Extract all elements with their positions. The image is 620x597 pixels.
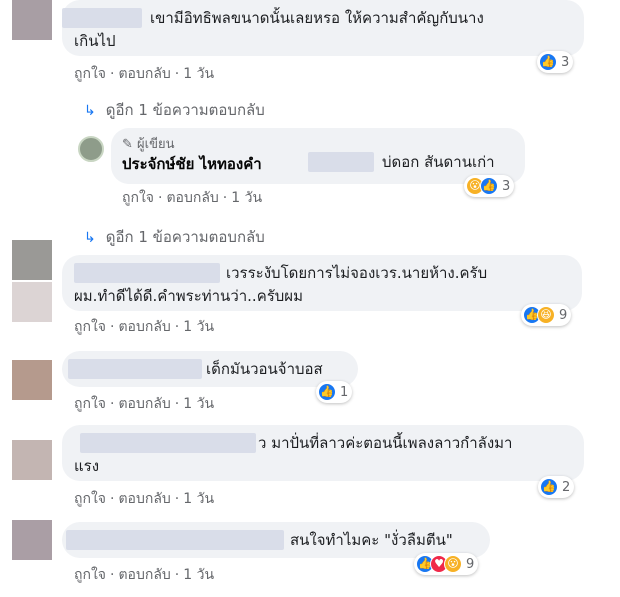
reply-link[interactable]: ตอบกลับ — [118, 63, 170, 85]
timestamp[interactable]: 1 วัน — [231, 187, 262, 209]
comment-meta: ถูกใจ · ตอบกลับ · 1 วัน — [74, 63, 214, 85]
avatar[interactable] — [12, 520, 52, 560]
avatar[interactable] — [78, 136, 104, 162]
reaction-summary[interactable]: 👍 2 — [538, 476, 575, 498]
comment-text: แรง — [74, 457, 100, 475]
timestamp[interactable]: 1 วัน — [183, 63, 214, 85]
timestamp[interactable]: 1 วัน — [183, 564, 214, 586]
comment-text: เด็กมันวอนจ้าบอส — [206, 360, 323, 378]
like-link[interactable]: ถูกใจ — [74, 316, 106, 338]
timestamp[interactable]: 1 วัน — [183, 488, 214, 510]
reaction-summary[interactable]: 👍 1 — [316, 381, 353, 403]
commenter-name-redacted[interactable] — [68, 359, 202, 379]
wow-icon: 😮 — [444, 555, 462, 573]
view-replies-label: ดูอีก 1 ข้อความตอบกลับ — [105, 228, 265, 246]
comment-meta: ถูกใจ · ตอบกลับ · 1 วัน — [74, 488, 214, 510]
like-link[interactable]: ถูกใจ — [74, 63, 106, 85]
commenter-name-redacted — [308, 152, 374, 172]
like-link[interactable]: ถูกใจ — [122, 187, 154, 209]
view-replies-link[interactable]: ↳ ดูอีก 1 ข้อความตอบกลับ — [84, 225, 265, 249]
comment-text: ผม.ทำดีได้ดี.คำพระท่านว่า..ครับผม — [74, 287, 303, 305]
reply-link[interactable]: ตอบกลับ — [118, 316, 170, 338]
reaction-summary[interactable]: 👍 😆 9 — [521, 304, 572, 326]
haha-icon: 😆 — [537, 306, 555, 324]
pencil-icon: ✎ — [122, 137, 133, 152]
reply-arrow-icon: ↳ — [84, 230, 96, 246]
reaction-count: 3 — [561, 54, 570, 70]
comment-text: เวรระงับโดยการไม่จองเวร.นายห้าง.ครับ — [226, 264, 488, 282]
comment-meta: ถูกใจ · ตอบกลับ · 1 วัน — [74, 564, 214, 586]
comment-meta: ถูกใจ · ตอบกลับ · 1 วัน — [74, 393, 214, 415]
comment-meta: ถูกใจ · ตอบกลับ · 1 วัน — [74, 316, 214, 338]
comment-text: ว มาปั่นที่ลาวค่ะตอนนี้เพลงลาวกำลังมา — [258, 434, 513, 452]
view-replies-label: ดูอีก 1 ข้อความตอบกลับ — [105, 101, 265, 119]
author-name[interactable]: ประจักษ์ชัย ไหทองคำ — [122, 152, 262, 176]
reaction-count: 3 — [502, 178, 511, 194]
reaction-count: 2 — [562, 479, 571, 495]
avatar[interactable] — [12, 0, 52, 40]
like-link[interactable]: ถูกใจ — [74, 393, 106, 415]
commenter-name-redacted[interactable] — [80, 433, 256, 453]
comment-text: บ่ดอก สันดานเก่า — [382, 153, 495, 171]
like-icon: 👍 — [539, 53, 557, 71]
commenter-name-redacted[interactable] — [66, 530, 284, 550]
avatar[interactable] — [12, 440, 52, 480]
timestamp[interactable]: 1 วัน — [183, 316, 214, 338]
reaction-count: 9 — [559, 307, 568, 323]
reaction-count: 1 — [340, 384, 349, 400]
commenter-name-redacted[interactable] — [74, 263, 220, 283]
view-replies-link[interactable]: ↳ ดูอีก 1 ข้อความตอบกลับ — [84, 98, 265, 122]
comment-meta: ถูกใจ · ตอบกลับ · 1 วัน — [122, 187, 262, 209]
reaction-summary[interactable]: 👍 3 — [537, 51, 574, 73]
like-link[interactable]: ถูกใจ — [74, 488, 106, 510]
comment-text: เกินไป — [74, 32, 116, 50]
comment-text: เขามีอิทธิพลขนาดนั้นเลยหรอ ให้ความสำคัญก… — [150, 9, 484, 27]
reply-arrow-icon: ↳ — [84, 103, 96, 119]
reply-link[interactable]: ตอบกลับ — [118, 488, 170, 510]
reply-link[interactable]: ตอบกลับ — [166, 187, 218, 209]
avatar[interactable] — [12, 240, 52, 280]
avatar — [12, 282, 52, 322]
reply-link[interactable]: ตอบกลับ — [118, 393, 170, 415]
avatar[interactable] — [12, 360, 52, 400]
reaction-summary[interactable]: 👍 ♥ 😮 9 — [414, 553, 479, 575]
author-badge: ✎ ผู้เขียน — [122, 137, 175, 152]
reply-link[interactable]: ตอบกลับ — [118, 564, 170, 586]
reaction-summary[interactable]: 😮 👍 3 — [464, 175, 515, 197]
comment-text: สนใจทำไมคะ "งั่วลืมตีน" — [290, 531, 453, 549]
like-icon: 👍 — [480, 177, 498, 195]
timestamp[interactable]: 1 วัน — [183, 393, 214, 415]
commenter-name-redacted[interactable] — [62, 8, 142, 28]
like-icon: 👍 — [540, 478, 558, 496]
like-icon: 👍 — [318, 383, 336, 401]
like-link[interactable]: ถูกใจ — [74, 564, 106, 586]
reaction-count: 9 — [466, 556, 475, 572]
